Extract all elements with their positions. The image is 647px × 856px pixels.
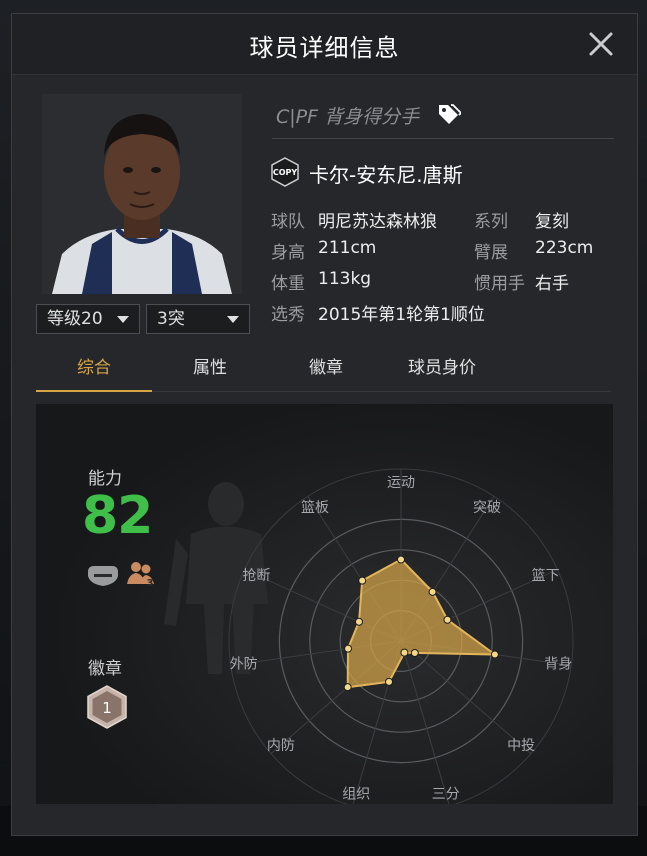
info-label-team: 球队: [271, 212, 305, 232]
info-label-wingspan: 臂展: [474, 243, 508, 263]
radar-label-7: 内防: [267, 738, 295, 754]
radar-label-10: 篮板: [301, 500, 329, 516]
radar-point-7: [343, 683, 352, 692]
player-detail-modal: 球员详细信息 等级20 3突 C|PF 背身得分手 COPY 卡尔-安东尼.唐斯…: [11, 13, 638, 836]
radar-label-9: 抢断: [242, 567, 270, 584]
info-label-hand: 惯用手: [474, 274, 525, 294]
copy-badge-icon: COPY: [270, 157, 300, 187]
breakthrough-dropdown-value: 3突: [157, 309, 185, 329]
copy-badge-text: COPY: [273, 168, 298, 177]
tab-attributes[interactable]: 属性: [152, 349, 268, 391]
player-position: C|PF 背身得分手: [276, 106, 420, 128]
info-value-height: 211cm: [318, 238, 377, 258]
close-icon[interactable]: [585, 28, 617, 60]
modal-header: 球员详细信息: [12, 14, 637, 75]
radar-point-5: [400, 648, 409, 657]
info-value-series: 复刻: [535, 212, 569, 232]
level-dropdown-value: 等级20: [47, 309, 103, 329]
radar-label-8: 外防: [230, 657, 258, 673]
chevron-down-icon: [227, 316, 239, 323]
radar-label-6: 组织: [342, 787, 370, 803]
info-label-height: 身高: [271, 243, 305, 263]
info-value-hand: 右手: [535, 274, 569, 294]
player-name: 卡尔-安东尼.唐斯: [309, 163, 463, 187]
radar-point-9: [354, 617, 363, 626]
info-label-series: 系列: [474, 212, 508, 232]
radar-label-3: 背身: [544, 657, 572, 673]
radar-point-4: [410, 648, 419, 657]
tab-bar: 综合 属性 徽章 球员身价: [36, 349, 611, 392]
player-portrait: [42, 94, 242, 294]
radar-label-2: 篮下: [532, 568, 560, 584]
radar-chart: 运动突破篮下背身中投三分 组织 内防 外防 抢断 篮板: [228, 468, 574, 804]
radar-area: [346, 558, 499, 689]
level-dropdown[interactable]: 等级20: [36, 304, 140, 334]
radar-point-10: [358, 576, 367, 585]
tab-player-value[interactable]: 球员身价: [384, 349, 500, 391]
tag-icon: [437, 103, 463, 129]
radar-label-4: 中投: [507, 738, 535, 754]
info-value-team: 明尼苏达森林狼: [318, 212, 437, 232]
tab-badges[interactable]: 徽章: [268, 349, 384, 391]
radar-label-0: 运动: [387, 475, 415, 491]
modal-title: 球员详细信息: [249, 34, 400, 62]
radar-point-8: [344, 644, 353, 653]
overview-panel: 能力 82 3 徽章 1 运动 突破 篮下 背身 中投 三分 组织 内防 外防 抢断 篮板: [36, 404, 613, 804]
radar-point-6: [385, 677, 394, 686]
radar-point-2: [443, 615, 452, 624]
info-label-draft: 选秀: [271, 305, 305, 325]
radar-label-5: 三分: [432, 787, 460, 803]
info-value-weight: 113kg: [318, 269, 372, 289]
radar-point-1: [428, 587, 437, 596]
radar-label-1: 突破: [473, 500, 501, 516]
divider: [272, 138, 614, 139]
tab-overview[interactable]: 综合: [36, 349, 152, 392]
info-value-draft: 2015年第1轮第1顺位: [318, 305, 485, 325]
radar-point-3: [490, 650, 499, 659]
chevron-down-icon: [117, 316, 129, 323]
info-value-wingspan: 223cm: [535, 238, 594, 258]
info-label-weight: 体重: [271, 274, 305, 294]
breakthrough-dropdown[interactable]: 3突: [146, 304, 250, 334]
radar-point-0: [397, 555, 405, 564]
